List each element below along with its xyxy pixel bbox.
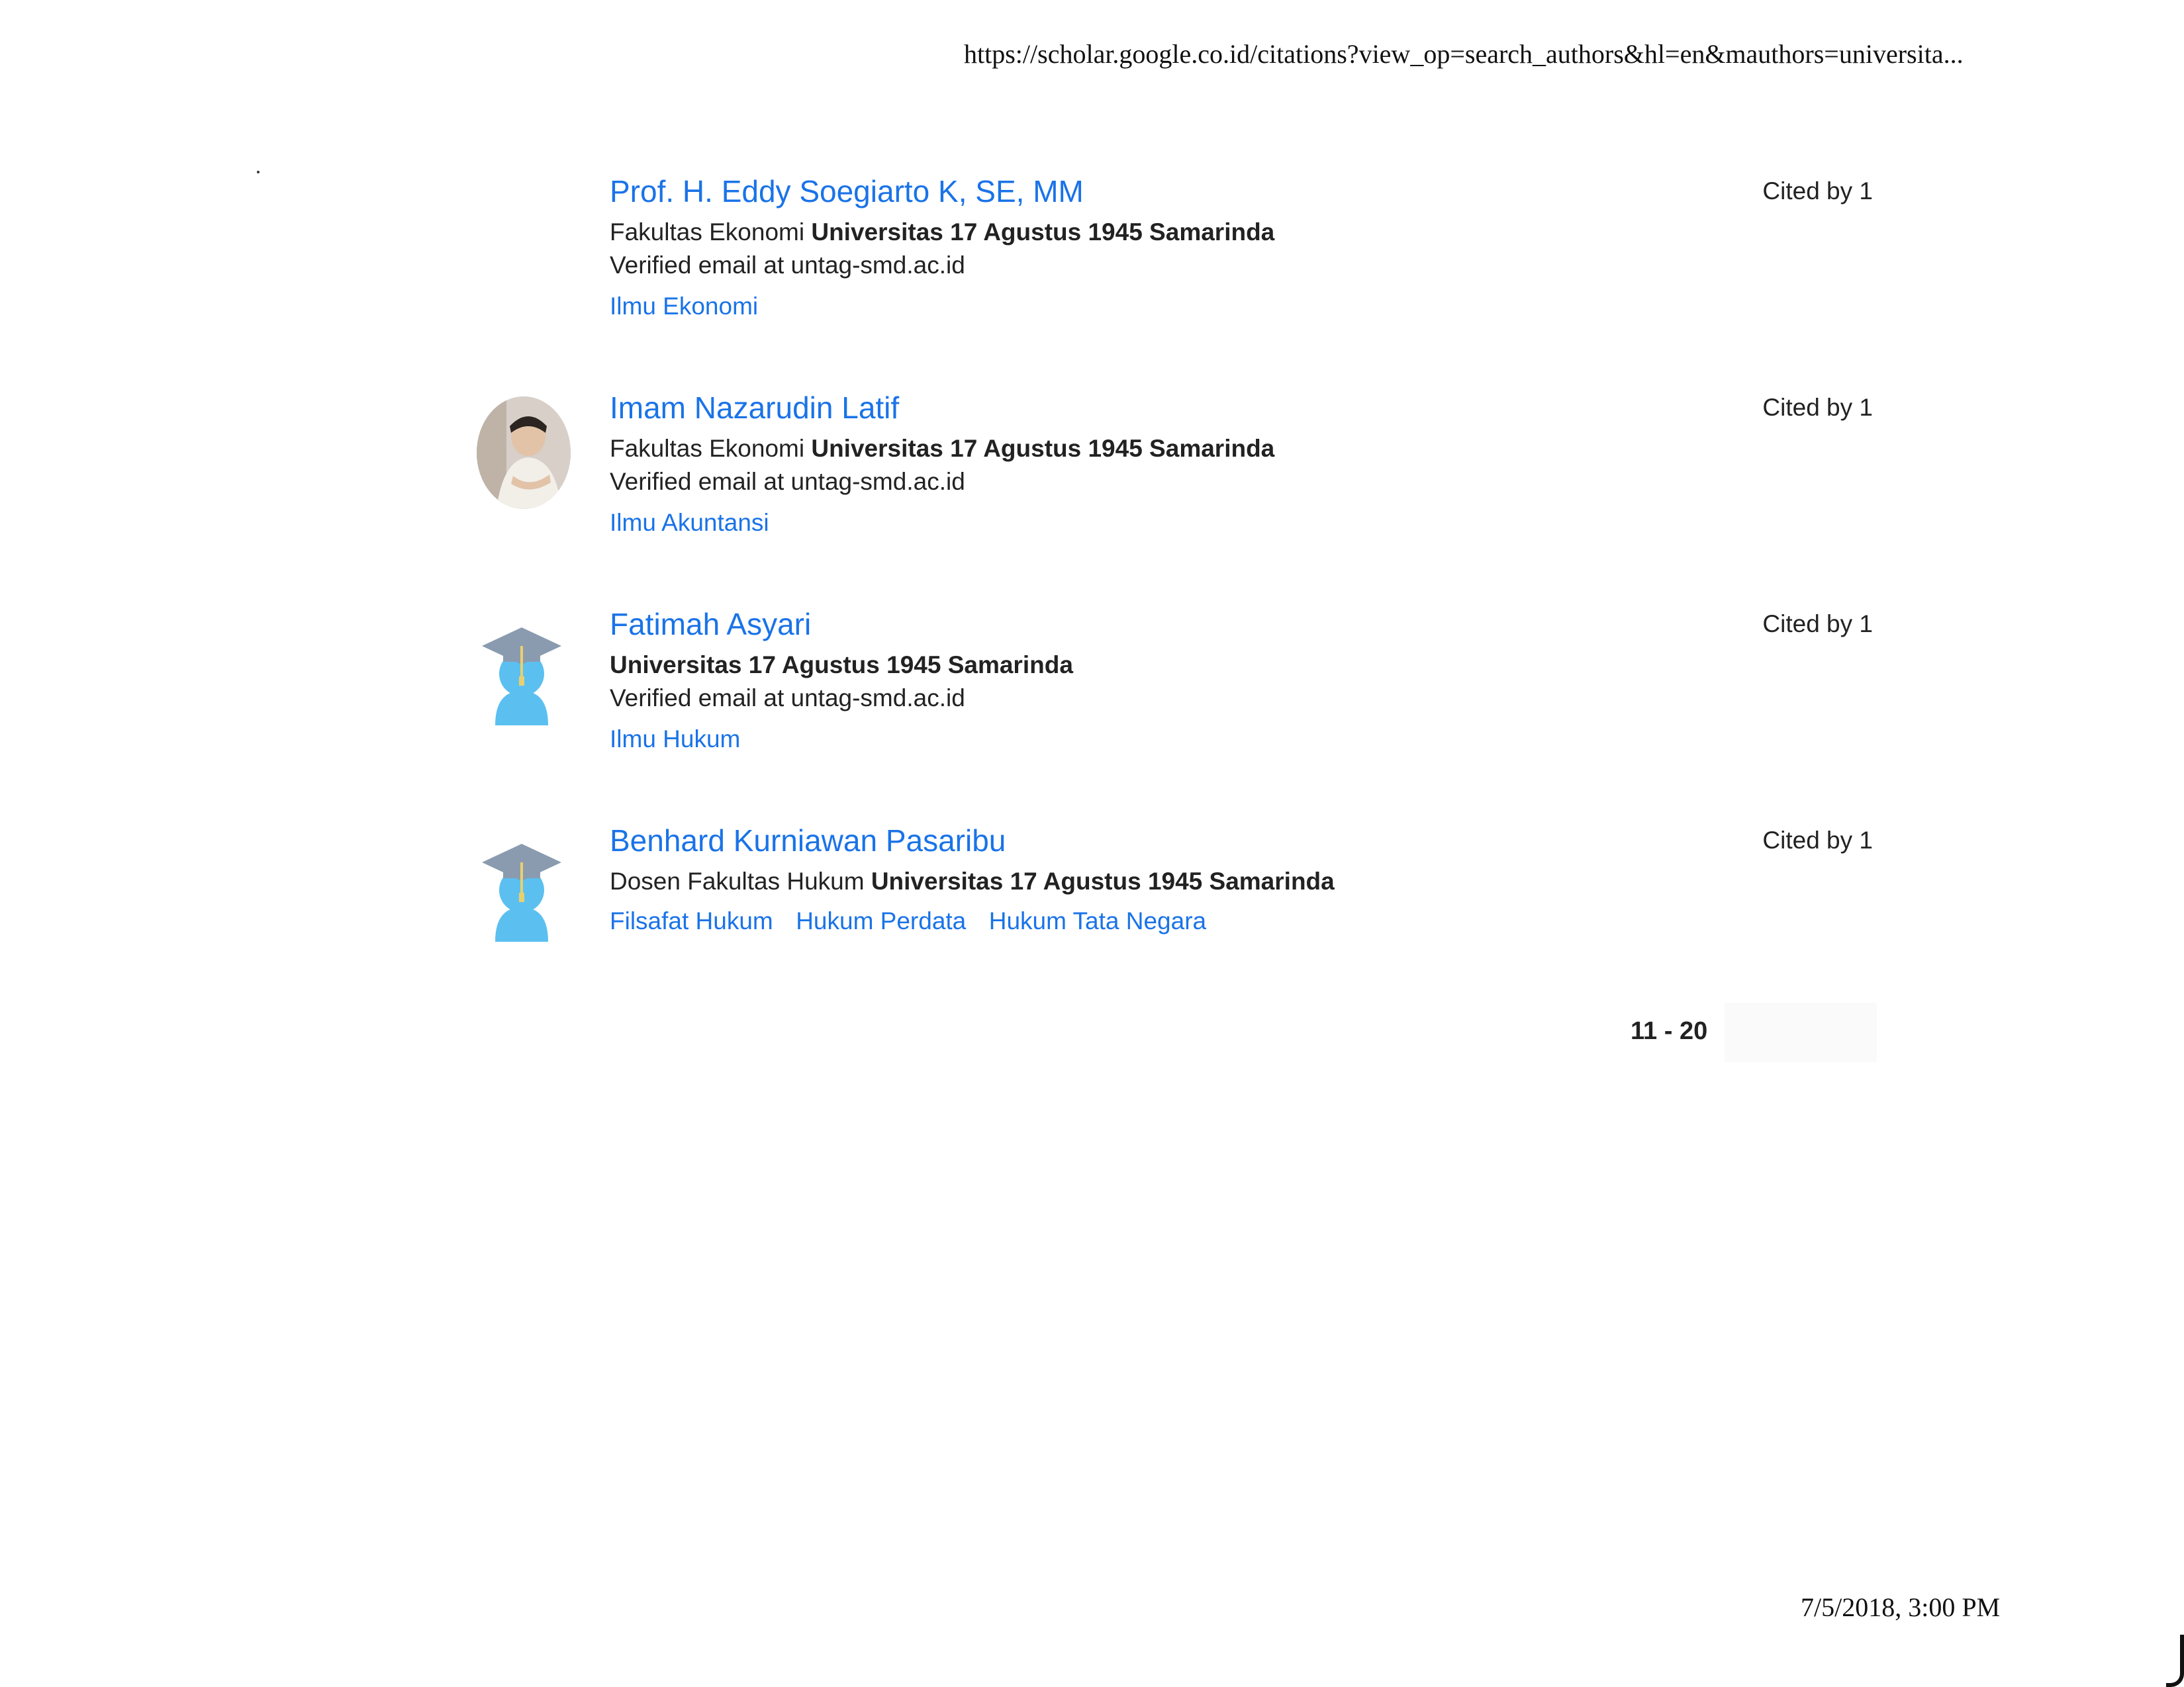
pagination-buttons[interactable] <box>1725 1003 1877 1062</box>
verified-email: Verified email at untag-smd.ac.id <box>610 684 965 711</box>
cited-by-count[interactable]: Cited by 1 <box>1762 610 1873 638</box>
author-photo[interactable] <box>477 396 571 509</box>
cited-by-count[interactable]: Cited by 1 <box>1762 394 1873 422</box>
graduate-avatar-icon <box>482 627 561 725</box>
author-affiliation: Fakultas Ekonomi Universitas 17 Agustus … <box>610 218 1274 246</box>
portrait-icon <box>477 396 571 509</box>
verified-email: Verified email at untag-smd.ac.id <box>610 468 965 495</box>
author-entry: Benhard Kurniawan Pasaribu Cited by 1 Do… <box>0 823 2184 1021</box>
author-name-link[interactable]: Prof. H. Eddy Soegiarto K, SE, MM <box>610 173 1084 209</box>
author-name-link[interactable]: Imam Nazarudin Latif <box>610 390 899 426</box>
cited-by-count[interactable]: Cited by 1 <box>1762 827 1873 854</box>
cited-by-count[interactable]: Cited by 1 <box>1762 177 1873 205</box>
affiliation-prefix: Fakultas Ekonomi <box>610 435 805 462</box>
affiliation-institution: Universitas 17 Agustus 1945 Samarinda <box>811 218 1275 246</box>
affiliation-institution: Universitas 17 Agustus 1945 Samarinda <box>871 868 1335 895</box>
author-name-link[interactable]: Fatimah Asyari <box>610 606 811 642</box>
interest-link[interactable]: Hukum Tata Negara <box>989 907 1206 935</box>
author-entry: Prof. H. Eddy Soegiarto K, SE, MM Cited … <box>0 173 2184 372</box>
interest-link[interactable]: Hukum Perdata <box>796 907 966 935</box>
pagination-range: 11 - 20 <box>1631 1017 1708 1045</box>
author-interests: Ilmu Akuntansi <box>610 509 789 537</box>
author-interests: Filsafat Hukum Hukum Perdata Hukum Tata … <box>610 907 1226 935</box>
scan-edge-mark <box>2166 1635 2184 1687</box>
verified-email: Verified email at untag-smd.ac.id <box>610 251 965 279</box>
affiliation-prefix: Fakultas Ekonomi <box>610 218 805 246</box>
print-datetime: 7/5/2018, 3:00 PM <box>1801 1592 2001 1622</box>
author-name-link[interactable]: Benhard Kurniawan Pasaribu <box>610 823 1006 858</box>
affiliation-prefix: Dosen Fakultas Hukum <box>610 868 865 895</box>
author-entry: Fatimah Asyari Cited by 1 Universitas 17… <box>0 606 2184 805</box>
interest-link[interactable]: Filsafat Hukum <box>610 907 773 935</box>
author-affiliation: Universitas 17 Agustus 1945 Samarinda <box>610 651 1073 679</box>
interest-link[interactable]: Ilmu Akuntansi <box>610 509 769 537</box>
affiliation-institution: Universitas 17 Agustus 1945 Samarinda <box>811 435 1275 462</box>
author-affiliation: Dosen Fakultas Hukum Universitas 17 Agus… <box>610 868 1335 895</box>
interest-link[interactable]: Ilmu Hukum <box>610 725 740 753</box>
author-interests: Ilmu Hukum <box>610 725 760 753</box>
author-interests: Ilmu Ekonomi <box>610 293 778 320</box>
author-avatar[interactable] <box>475 613 568 725</box>
graduate-avatar-icon <box>482 844 561 942</box>
author-affiliation: Fakultas Ekonomi Universitas 17 Agustus … <box>610 435 1274 463</box>
affiliation-institution: Universitas 17 Agustus 1945 Samarinda <box>610 651 1073 678</box>
interest-link[interactable]: Ilmu Ekonomi <box>610 293 758 320</box>
author-avatar[interactable] <box>475 829 568 942</box>
print-url: https://scholar.google.co.id/citations?v… <box>964 39 1964 69</box>
author-entry: Imam Nazarudin Latif Cited by 1 Fakultas… <box>0 390 2184 588</box>
